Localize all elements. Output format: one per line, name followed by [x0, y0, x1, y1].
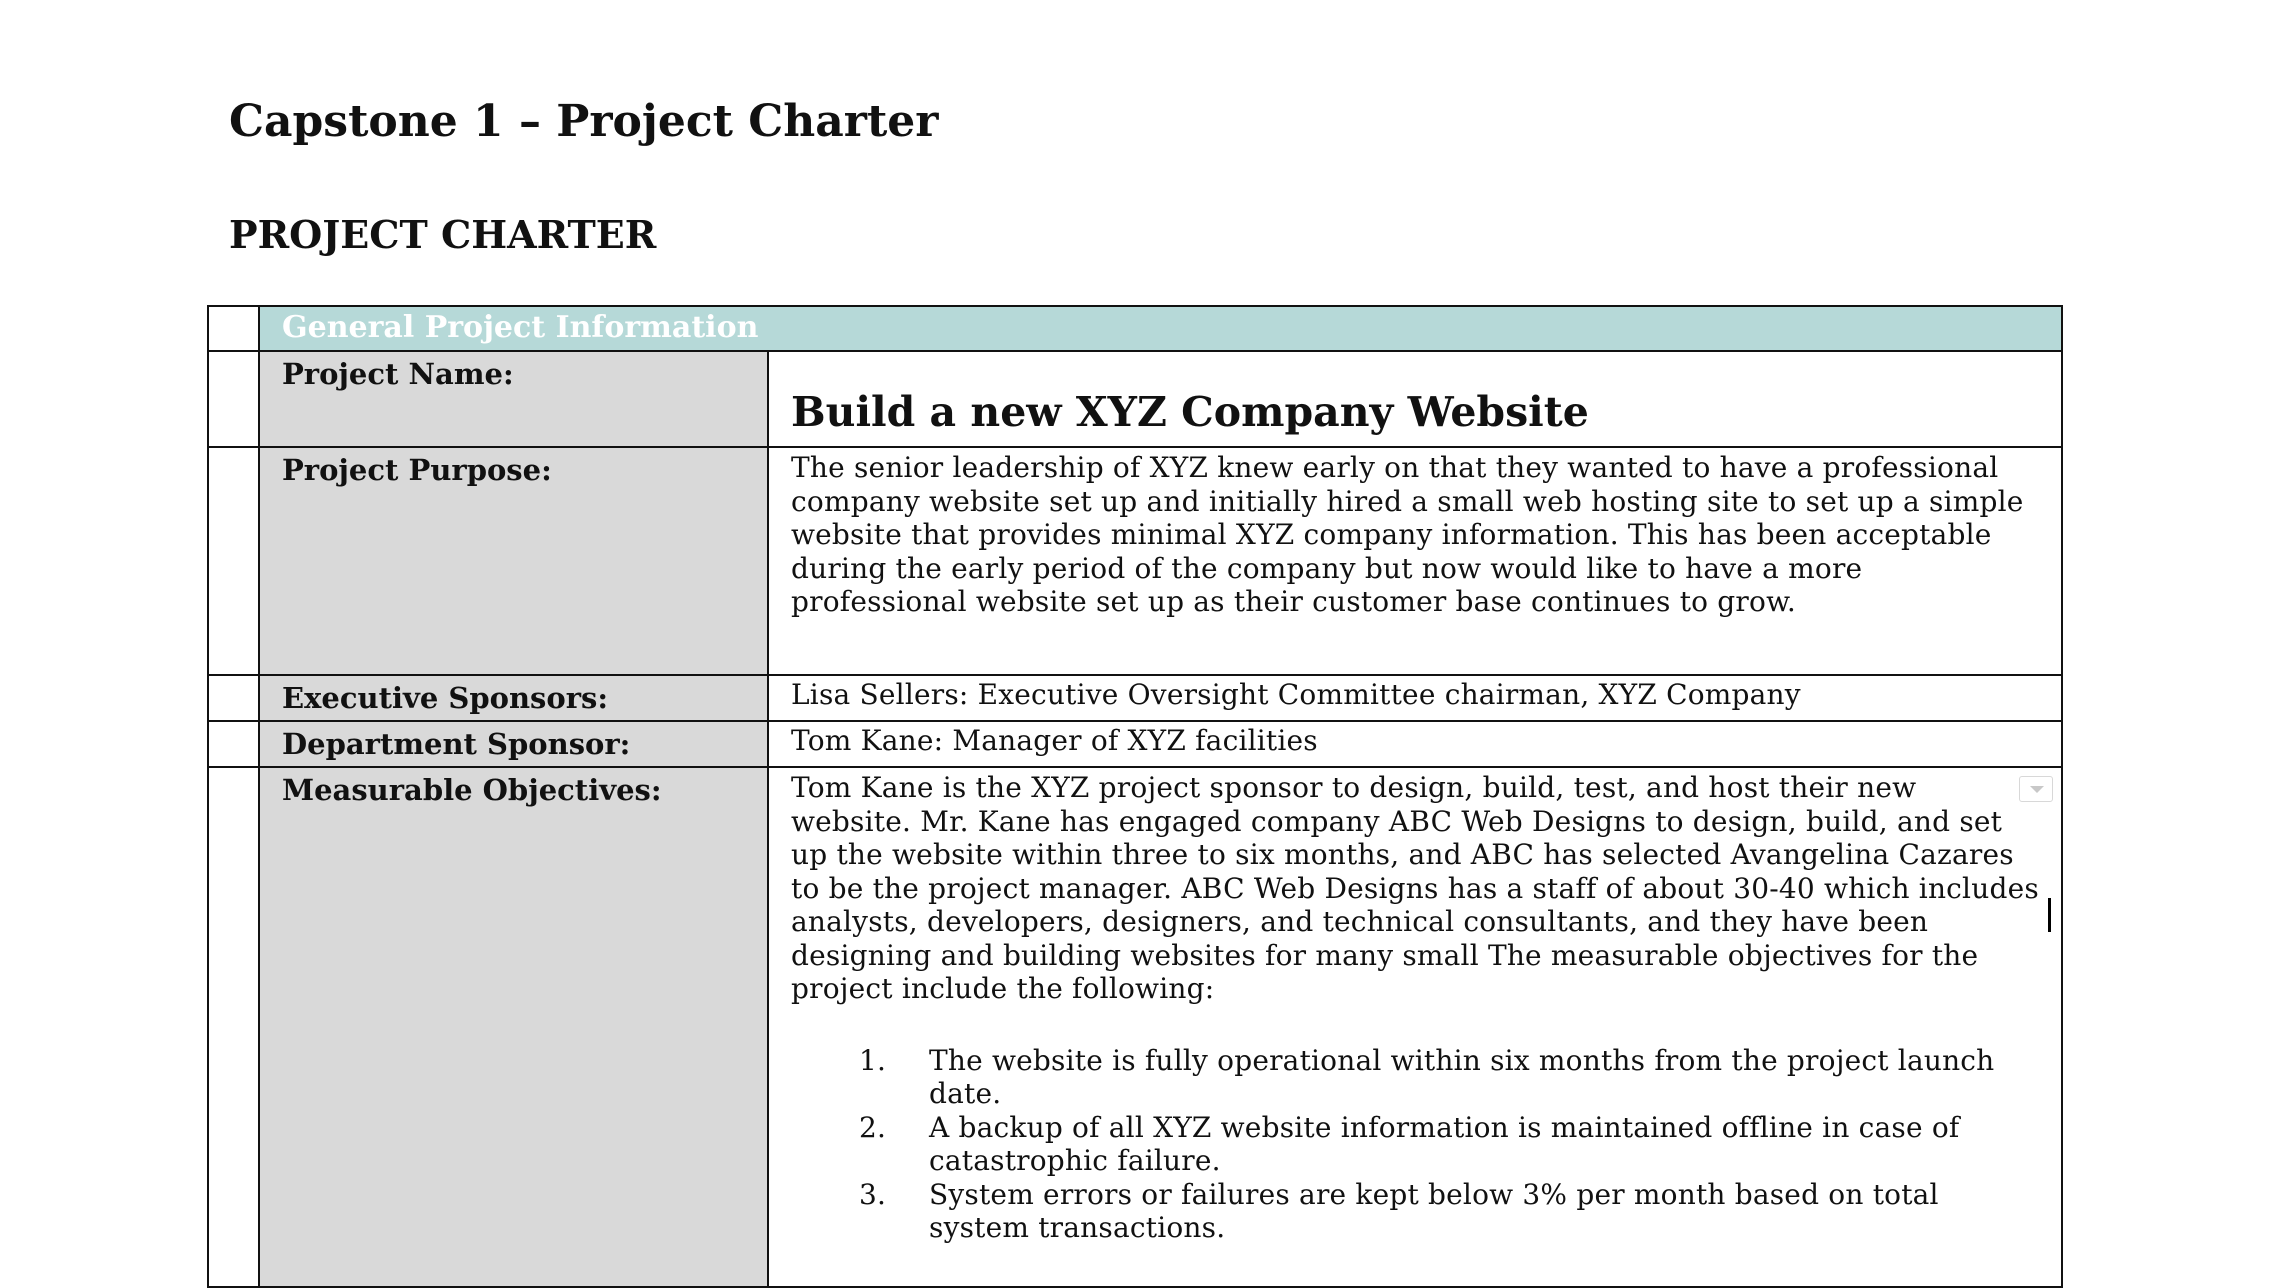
table-header-row: General Project Information [207, 305, 2063, 352]
list-item-text: A backup of all XYZ website information … [929, 1110, 1960, 1178]
department-sponsor-label-cell[interactable]: Department Sponsor: [258, 720, 769, 768]
project-name-value-cell[interactable]: Build a new XYZ Company Website [767, 350, 2063, 448]
header-cell[interactable]: General Project Information [258, 305, 2063, 352]
table-row: Measurable Objectives: Tom Kane is the X… [207, 766, 2063, 1288]
section-heading: PROJECT CHARTER [229, 212, 657, 257]
text-cursor [2048, 898, 2051, 932]
list-item-number: 3. [859, 1177, 887, 1211]
project-purpose-value: The senior leadership of XYZ knew early … [791, 451, 2024, 618]
project-name-label-cell[interactable]: Project Name: [258, 350, 769, 448]
row-margin-cell [207, 305, 260, 352]
table-row: Project Name: Build a new XYZ Company We… [207, 350, 2063, 448]
department-sponsor-value-cell[interactable]: Tom Kane: Manager of XYZ facilities [767, 720, 2063, 768]
row-margin-cell [207, 720, 260, 768]
table-row: Department Sponsor: Tom Kane: Manager of… [207, 720, 2063, 768]
executive-sponsors-label-cell[interactable]: Executive Sponsors: [258, 674, 769, 722]
row-margin-cell [207, 766, 260, 1288]
project-name-value: Build a new XYZ Company Website [791, 388, 1589, 436]
document-title: Capstone 1 – Project Charter [229, 96, 939, 147]
measurable-objectives-label: Measurable Objectives: [282, 773, 662, 807]
list-item-text: The website is fully operational within … [929, 1043, 1995, 1111]
project-purpose-label-cell[interactable]: Project Purpose: [258, 446, 769, 676]
executive-sponsors-value: Lisa Sellers: Executive Oversight Commit… [791, 678, 1801, 711]
row-margin-cell [207, 446, 260, 676]
list-item[interactable]: 3. System errors or failures are kept be… [791, 1178, 2041, 1245]
list-item-text: System errors or failures are kept below… [929, 1177, 1939, 1245]
objectives-list: 1. The website is fully operational with… [791, 1044, 2041, 1245]
executive-sponsors-label: Executive Sponsors: [282, 681, 609, 715]
measurable-objectives-label-cell[interactable]: Measurable Objectives: [258, 766, 769, 1288]
header-label: General Project Information [282, 310, 759, 345]
row-margin-cell [207, 674, 260, 722]
department-sponsor-label: Department Sponsor: [282, 727, 631, 761]
list-item-number: 2. [859, 1110, 887, 1144]
measurable-objectives-value-cell[interactable]: Tom Kane is the XYZ project sponsor to d… [767, 766, 2063, 1288]
project-purpose-value-cell[interactable]: The senior leadership of XYZ knew early … [767, 446, 2063, 676]
project-name-label: Project Name: [282, 357, 514, 391]
department-sponsor-value: Tom Kane: Manager of XYZ facilities [791, 724, 1318, 757]
list-item[interactable]: 2. A backup of all XYZ website informati… [791, 1111, 2041, 1178]
project-purpose-label: Project Purpose: [282, 453, 552, 487]
list-item[interactable]: 1. The website is fully operational with… [791, 1044, 2041, 1111]
table-row: Project Purpose: The senior leadership o… [207, 446, 2063, 676]
table-row: Executive Sponsors: Lisa Sellers: Execut… [207, 674, 2063, 722]
measurable-objectives-intro: Tom Kane is the XYZ project sponsor to d… [791, 771, 2039, 1005]
chevron-down-icon[interactable] [2019, 776, 2053, 802]
list-item-number: 1. [859, 1043, 887, 1077]
executive-sponsors-value-cell[interactable]: Lisa Sellers: Executive Oversight Commit… [767, 674, 2063, 722]
row-margin-cell [207, 350, 260, 448]
project-charter-table: General Project Information Project Name… [207, 305, 2063, 1288]
